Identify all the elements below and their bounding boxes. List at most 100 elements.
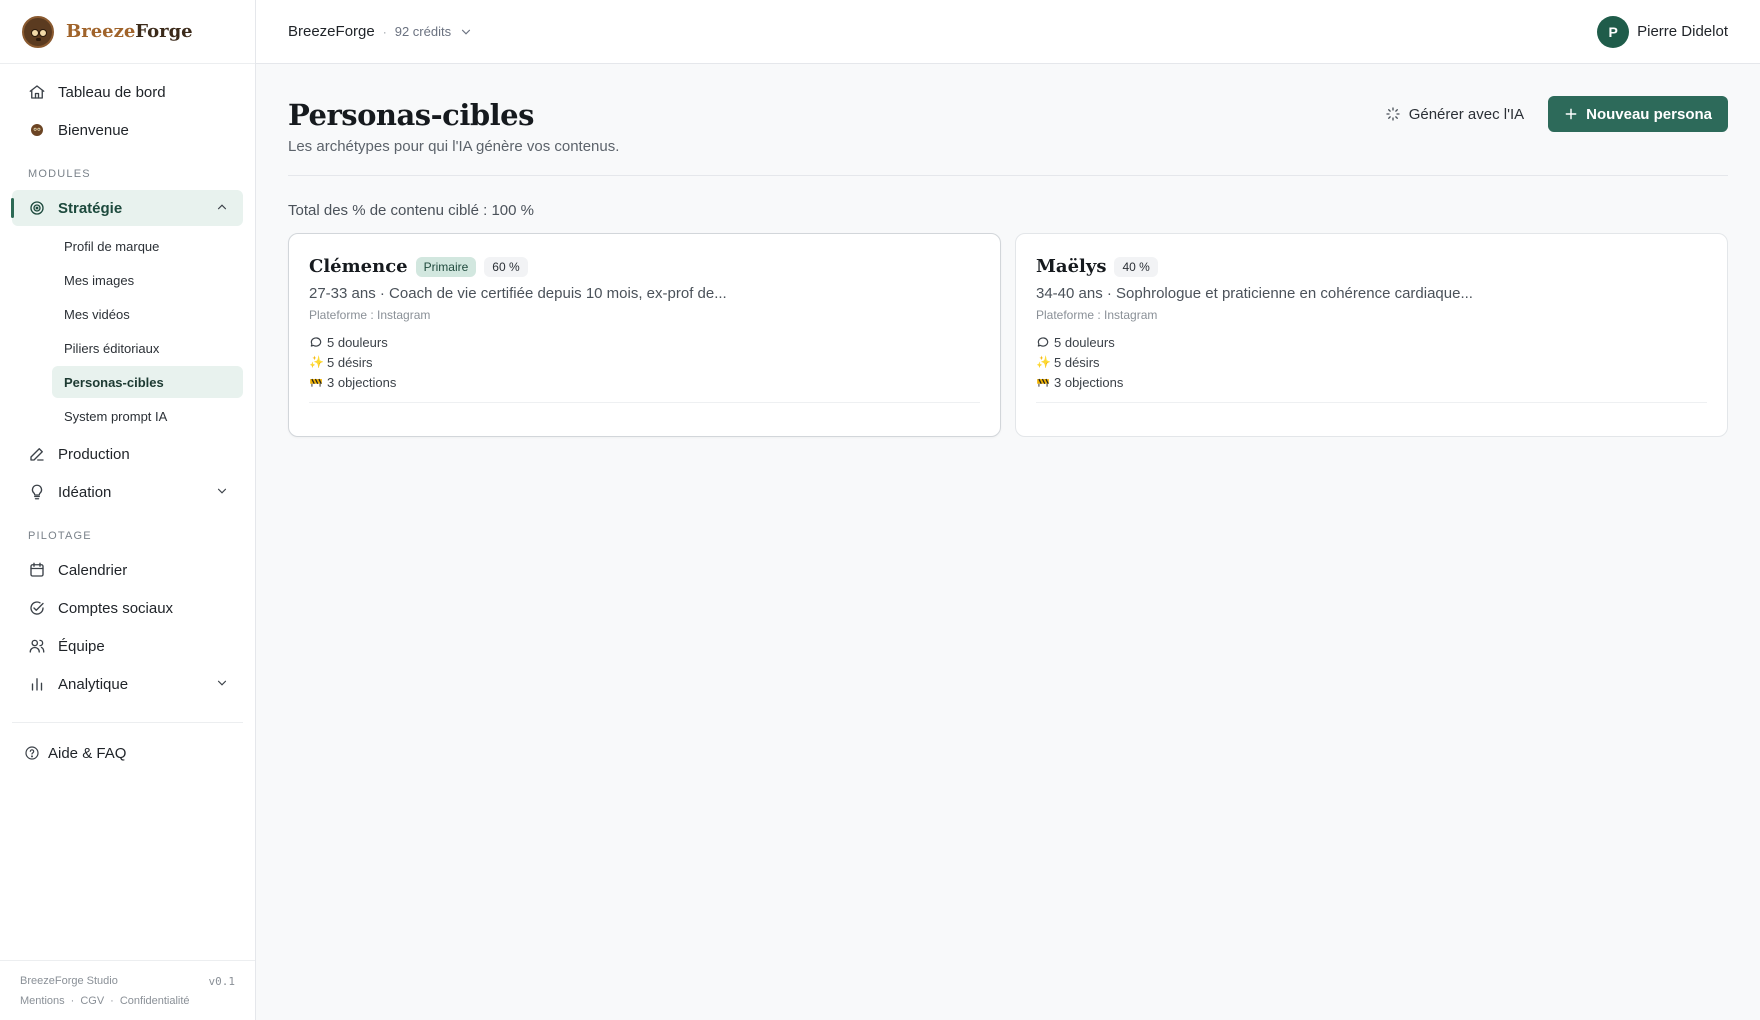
- percent-badge: 40 %: [1114, 256, 1158, 277]
- help-circle-icon: [25, 746, 39, 760]
- persona-stats: 5 douleurs ✨ 5 désirs 3 objections: [309, 332, 980, 392]
- speech-bubble-icon: [1036, 335, 1052, 349]
- sidebar-item-analytics[interactable]: Analytique: [12, 666, 243, 702]
- brand[interactable]: BreezeForge: [0, 0, 255, 64]
- sidebar-item-ideation[interactable]: Idéation: [12, 474, 243, 510]
- sidebar-subitem-personas[interactable]: Personas-cibles: [52, 366, 243, 398]
- sidebar-subitem-brand-profile[interactable]: Profil de marque: [52, 230, 243, 262]
- card-divider: [309, 402, 980, 403]
- sidebar-item-calendar[interactable]: Calendrier: [12, 552, 243, 588]
- user-name: Pierre Didelot: [1637, 23, 1728, 40]
- construction-icon: [309, 375, 325, 389]
- sidebar-item-label: Tableau de bord: [58, 83, 166, 101]
- bar-chart-icon: [28, 675, 46, 693]
- section-label-pilotage: PILOTAGE: [28, 530, 92, 542]
- topbar: BreezeForge · 92 crédits P Pierre Didelo…: [256, 0, 1760, 64]
- generate-ai-button[interactable]: Générer avec l'IA: [1371, 96, 1538, 132]
- workspace-switcher[interactable]: BreezeForge · 92 crédits: [288, 23, 473, 40]
- chevron-up-icon: [217, 204, 227, 210]
- page-subtitle: Les archétypes pour qui l'IA génère vos …: [288, 138, 620, 155]
- sidebar-item-label: Bienvenue: [58, 121, 129, 139]
- target-icon: [28, 199, 46, 217]
- calendar-icon: [28, 561, 46, 579]
- pains-count: 5 douleurs: [309, 332, 980, 352]
- brand-logo-icon: [22, 15, 54, 48]
- sidebar-subitem-system-prompt[interactable]: System prompt IA: [52, 400, 243, 432]
- lightbulb-icon: [28, 483, 46, 501]
- sidebar-item-help[interactable]: Aide & FAQ: [0, 735, 255, 771]
- desires-count: ✨ 5 désirs: [309, 354, 373, 370]
- chevron-down-icon: [462, 29, 471, 35]
- persona-name: Clémence: [309, 256, 408, 277]
- workspace-name: BreezeForge: [288, 23, 375, 40]
- check-circle-icon: [28, 599, 46, 617]
- users-icon: [28, 637, 46, 655]
- sparkles-icon: ✨: [1036, 355, 1051, 369]
- total-targeted-content: Total des % de contenu ciblé : 100 %: [288, 202, 534, 219]
- main-content: Personas-cibles Les archétypes pour qui …: [288, 64, 1728, 437]
- sidebar: BreezeForge Tableau de bord Bienvenue MO…: [0, 0, 256, 1020]
- credits-count: 92 crédits: [394, 24, 452, 39]
- persona-stats: 5 douleurs ✨ 5 désirs 3 objections: [1036, 332, 1707, 392]
- speech-bubble-icon: [309, 335, 325, 349]
- nav-divider: [12, 722, 243, 723]
- sidebar-subitem-images[interactable]: Mes images: [52, 264, 243, 296]
- new-persona-label: Nouveau persona: [1586, 105, 1712, 123]
- sidebar-item-production[interactable]: Production: [12, 436, 243, 472]
- page-title: Personas-cibles: [288, 98, 534, 132]
- sidebar-item-label: Calendrier: [58, 561, 128, 579]
- persona-cards: Clémence Primaire 60 % 27-33 ans · Coach…: [288, 233, 1728, 437]
- sidebar-nav: Tableau de bord Bienvenue MODULES Straté…: [0, 64, 255, 714]
- sidebar-item-label: Idéation: [58, 483, 112, 501]
- strategy-submenu: Profil de marque Mes images Mes vidéos P…: [12, 230, 243, 432]
- sidebar-item-team[interactable]: Équipe: [12, 628, 243, 664]
- studio-name: BreezeForge Studio: [20, 975, 118, 987]
- sidebar-item-label: Stratégie: [58, 199, 123, 217]
- avatar: P: [1597, 15, 1630, 48]
- page-header: Personas-cibles Les archétypes pour qui …: [288, 64, 1728, 176]
- persona-card[interactable]: Maëlys 40 % 34-40 ans · Sophrologue et p…: [1015, 233, 1728, 437]
- user-menu[interactable]: P Pierre Didelot: [1597, 15, 1728, 48]
- pencil-icon: [28, 445, 46, 463]
- persona-name: Maëlys: [1036, 256, 1107, 277]
- mascot-icon: [28, 121, 46, 139]
- chevron-down-icon: [217, 488, 227, 494]
- plus-icon: [1565, 108, 1577, 120]
- objections-count: 3 objections: [1036, 372, 1707, 392]
- home-icon: [28, 83, 46, 101]
- footer-link-cgv[interactable]: CGV: [80, 995, 104, 1007]
- brand-name: BreezeForge: [66, 21, 193, 42]
- persona-description: 34-40 ans · Sophrologue et praticienne e…: [1036, 285, 1473, 302]
- sparkles-icon: ✨: [309, 355, 324, 369]
- footer-link-mentions[interactable]: Mentions: [20, 995, 65, 1007]
- sidebar-subitem-pillars[interactable]: Piliers éditoriaux: [52, 332, 243, 364]
- persona-card[interactable]: Clémence Primaire 60 % 27-33 ans · Coach…: [288, 233, 1001, 437]
- sidebar-item-label: Production: [58, 445, 130, 463]
- sidebar-item-label: Équipe: [58, 637, 105, 655]
- sidebar-item-dashboard[interactable]: Tableau de bord: [12, 74, 243, 110]
- new-persona-button[interactable]: Nouveau persona: [1548, 96, 1728, 132]
- loader-icon: [1386, 107, 1400, 121]
- card-divider: [1036, 402, 1707, 403]
- chevron-down-icon: [217, 680, 227, 686]
- sidebar-item-welcome[interactable]: Bienvenue: [12, 112, 243, 148]
- persona-platform: Plateforme : Instagram: [309, 308, 431, 322]
- pains-count: 5 douleurs: [1036, 332, 1707, 352]
- sidebar-item-strategy[interactable]: Stratégie: [11, 190, 243, 226]
- footer-links: Mentions · CGV · Confidentialité: [20, 995, 190, 1007]
- primary-badge: Primaire: [415, 256, 477, 277]
- construction-icon: [1036, 375, 1052, 389]
- sidebar-item-social[interactable]: Comptes sociaux: [12, 590, 243, 626]
- sidebar-item-label: Comptes sociaux: [58, 599, 174, 617]
- sidebar-subitem-videos[interactable]: Mes vidéos: [52, 298, 243, 330]
- desires-count: ✨ 5 désirs: [1036, 354, 1100, 370]
- generate-ai-label: Générer avec l'IA: [1408, 105, 1525, 123]
- persona-description: 27-33 ans · Coach de vie certifiée depui…: [309, 285, 727, 302]
- footer-link-privacy[interactable]: Confidentialité: [120, 995, 190, 1007]
- section-label-modules: MODULES: [28, 168, 91, 180]
- app-version: v0.1: [208, 975, 236, 988]
- objections-count: 3 objections: [309, 372, 980, 392]
- sidebar-item-label: Aide & FAQ: [48, 744, 127, 762]
- page-actions: Générer avec l'IA Nouveau persona: [1371, 96, 1728, 132]
- persona-platform: Plateforme : Instagram: [1036, 308, 1158, 322]
